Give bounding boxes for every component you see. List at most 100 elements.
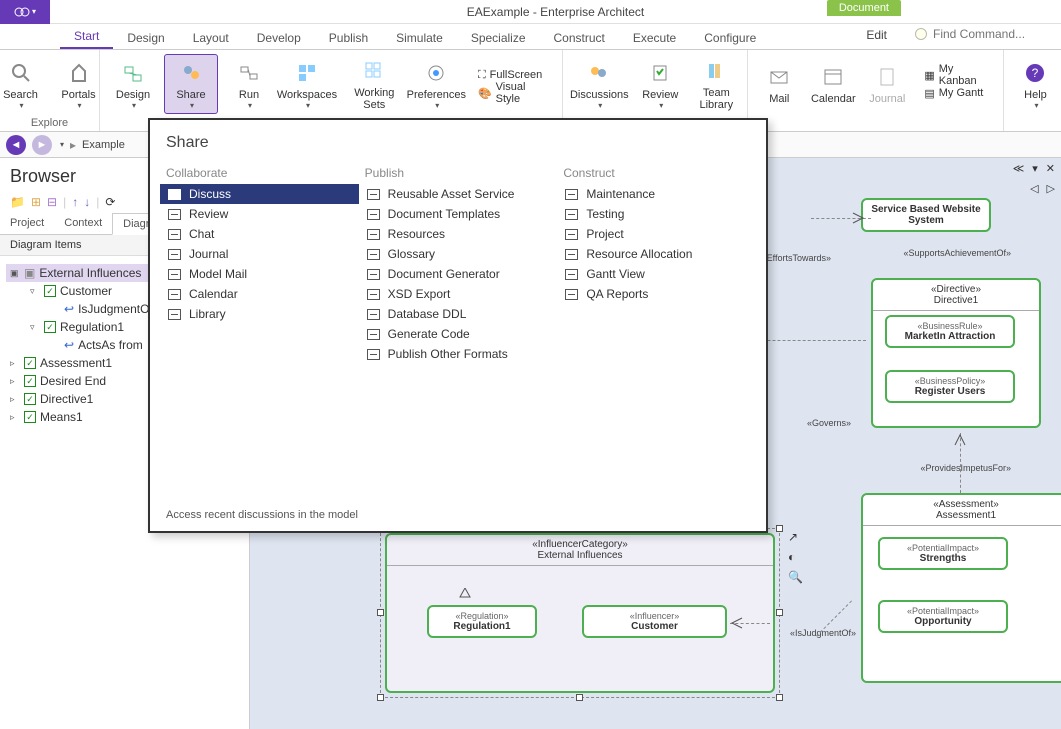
share-menu-item[interactable]: Glossary <box>359 244 558 264</box>
nav-forward-button[interactable]: ► <box>32 135 52 155</box>
tree-icon[interactable]: ⊟ <box>47 195 57 209</box>
checkbox-icon[interactable]: ✓ <box>24 411 36 423</box>
tree-toggle-icon[interactable]: ▹ <box>10 376 20 387</box>
history-dropdown[interactable]: ▾ <box>60 140 64 149</box>
share-menu-item[interactable]: Project <box>557 224 756 244</box>
share-menu-item[interactable]: Library <box>160 304 359 324</box>
mail-button[interactable]: Mail <box>754 54 804 114</box>
element-business-rule[interactable]: «BusinessRule» MarketIn Attraction <box>885 315 1015 348</box>
element-strengths[interactable]: «PotentialImpact» Strengths <box>878 537 1008 570</box>
tab-simulate[interactable]: Simulate <box>382 27 457 49</box>
quick-link-eye-icon[interactable]: ◐ <box>788 550 803 564</box>
portals-button[interactable]: Portals▾ <box>52 54 106 114</box>
share-menu-item[interactable]: Model Mail <box>160 264 359 284</box>
share-menu-item[interactable]: Publish Other Formats <box>359 344 558 364</box>
review-button[interactable]: Review▾ <box>633 54 687 114</box>
tab-develop[interactable]: Develop <box>243 27 315 49</box>
prev-diagram-icon[interactable]: ◁ <box>1030 182 1038 195</box>
share-button[interactable]: Share▾ <box>164 54 218 114</box>
tree-toggle-icon[interactable]: ▿ <box>30 286 40 297</box>
share-menu-item[interactable]: Database DDL <box>359 304 558 324</box>
my-kanban-button[interactable]: ▦My Kanban <box>920 66 992 84</box>
share-menu-item[interactable]: Review <box>160 204 359 224</box>
quick-link-arrow-icon[interactable]: ↗ <box>788 530 803 544</box>
find-command[interactable] <box>915 27 1053 41</box>
share-menu-item[interactable]: Reusable Asset Service <box>359 184 558 204</box>
element-directive[interactable]: «Directive»Directive1 «BusinessRule» Mar… <box>871 278 1041 428</box>
share-menu-item[interactable]: Chat <box>160 224 359 244</box>
down-arrow-icon[interactable]: ↓ <box>84 195 90 209</box>
element-customer[interactable]: «Influencer» Customer <box>582 605 727 638</box>
element-regulation[interactable]: «Regulation» Regulation1 <box>427 605 537 638</box>
close-icon[interactable]: ✕ <box>1046 162 1055 175</box>
tab-publish[interactable]: Publish <box>315 27 382 49</box>
journal-button[interactable]: Journal <box>862 54 912 114</box>
tree-toggle-icon[interactable]: ▹ <box>10 394 20 405</box>
element-assessment[interactable]: «Assessment»Assessment1 «PotentialImpact… <box>861 493 1061 683</box>
menu-item-label: Discuss <box>189 187 231 201</box>
menu-arrow-icon[interactable]: ▾ <box>1032 162 1038 175</box>
tab-document-edit[interactable]: Edit <box>852 24 901 46</box>
element-business-policy[interactable]: «BusinessPolicy» Register Users <box>885 370 1015 403</box>
share-menu-item[interactable]: Maintenance <box>557 184 756 204</box>
tree-toggle-icon[interactable]: ▹ <box>10 358 20 369</box>
workspaces-button[interactable]: Workspaces▾ <box>280 54 334 114</box>
checkbox-icon[interactable]: ✓ <box>44 285 56 297</box>
tree-toggle-icon[interactable]: ▣ <box>10 268 20 279</box>
share-menu-item[interactable]: Resource Allocation <box>557 244 756 264</box>
team-library-button[interactable]: Team Library <box>691 54 741 114</box>
tab-configure[interactable]: Configure <box>690 27 770 49</box>
checkbox-icon[interactable]: ✓ <box>24 393 36 405</box>
checkbox-icon[interactable]: ✓ <box>24 375 36 387</box>
help-button[interactable]: ? Help▾ <box>1010 54 1061 114</box>
up-arrow-icon[interactable]: ↑ <box>72 195 78 209</box>
browser-tab-context[interactable]: Context <box>54 213 112 234</box>
share-menu-item[interactable]: Discuss <box>160 184 359 204</box>
run-button[interactable]: Run▾ <box>222 54 276 114</box>
element-service-system[interactable]: Service Based Website System <box>861 198 991 232</box>
element-external-influences[interactable]: «InfluencerCategory»External Influences … <box>385 533 775 693</box>
quick-link-zoom-icon[interactable]: 🔍 <box>788 570 803 584</box>
folder-icon[interactable]: 📁 <box>10 195 25 209</box>
design-button[interactable]: Design▾ <box>106 54 160 114</box>
share-menu-item[interactable]: Document Templates <box>359 204 558 224</box>
tree-toggle-icon[interactable]: ▹ <box>10 412 20 423</box>
tab-execute[interactable]: Execute <box>619 27 690 49</box>
working-sets-button[interactable]: Working Sets <box>346 54 403 114</box>
visual-style-button[interactable]: 🎨Visual Style <box>474 84 552 102</box>
share-menu-item[interactable]: Generate Code <box>359 324 558 344</box>
share-menu-item[interactable]: Document Generator <box>359 264 558 284</box>
discussions-button[interactable]: Discussions▾ <box>569 54 629 114</box>
share-menu-item[interactable]: Resources <box>359 224 558 244</box>
tab-construct[interactable]: Construct <box>540 27 619 49</box>
document-context-tab[interactable]: Document <box>827 0 901 16</box>
share-menu-item[interactable]: Journal <box>160 244 359 264</box>
calendar-button[interactable]: Calendar <box>808 54 858 114</box>
preferences-button[interactable]: Preferences▾ <box>407 54 466 114</box>
main-menu-button[interactable]: ▾ <box>0 0 50 24</box>
search-button[interactable]: Search▾ <box>0 54 48 114</box>
share-menu-item[interactable]: QA Reports <box>557 284 756 304</box>
breadcrumb-root[interactable]: Example <box>82 139 125 151</box>
new-package-icon[interactable]: ⊞ <box>31 195 41 209</box>
tab-start[interactable]: Start <box>60 25 113 49</box>
group-explore-label: Explore <box>31 116 68 129</box>
collapse-icon[interactable]: ≪ <box>1013 162 1025 175</box>
next-diagram-icon[interactable]: ▷ <box>1047 182 1055 195</box>
share-menu-item[interactable]: Gantt View <box>557 264 756 284</box>
element-opportunity[interactable]: «PotentialImpact» Opportunity <box>878 600 1008 633</box>
tab-design[interactable]: Design <box>113 27 178 49</box>
my-gantt-button[interactable]: ▤My Gantt <box>920 84 992 102</box>
nav-back-button[interactable]: ◄ <box>6 135 26 155</box>
share-menu-item[interactable]: Testing <box>557 204 756 224</box>
tab-specialize[interactable]: Specialize <box>457 27 540 49</box>
share-menu-item[interactable]: XSD Export <box>359 284 558 304</box>
checkbox-icon[interactable]: ✓ <box>24 357 36 369</box>
refresh-icon[interactable]: ⟳ <box>105 195 115 209</box>
share-menu-item[interactable]: Calendar <box>160 284 359 304</box>
tree-toggle-icon[interactable]: ▿ <box>30 322 40 333</box>
find-command-input[interactable] <box>933 27 1053 41</box>
tab-layout[interactable]: Layout <box>179 27 243 49</box>
browser-tab-project[interactable]: Project <box>0 213 54 234</box>
checkbox-icon[interactable]: ✓ <box>44 321 56 333</box>
